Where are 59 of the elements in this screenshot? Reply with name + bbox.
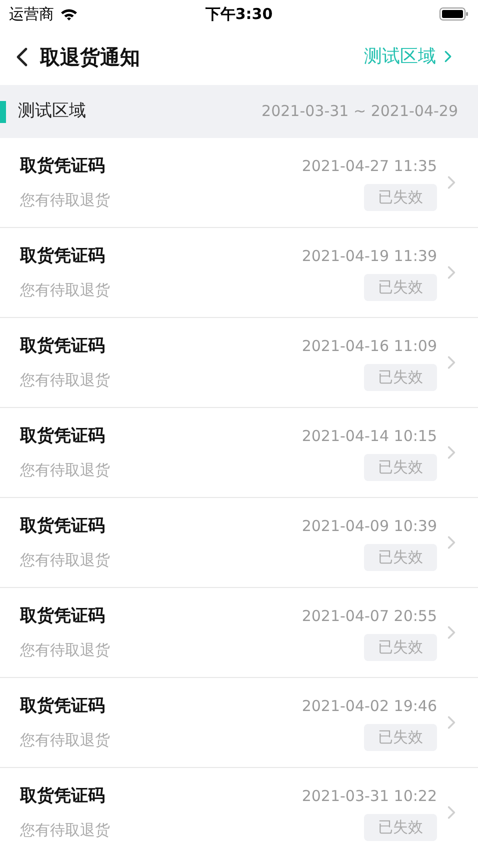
notice-title: 取货凭证码	[20, 154, 106, 178]
notice-row[interactable]: 取货凭证码 您有待取退货 2021-04-09 10:39 已失效	[0, 498, 478, 588]
chevron-icon	[447, 715, 456, 730]
battery-icon	[439, 7, 469, 21]
notice-subtitle: 您有待取退货	[20, 820, 111, 841]
notice-row[interactable]: 取货凭证码 您有待取退货 2021-04-27 11:35 已失效	[0, 138, 478, 228]
status-tag: 已失效	[364, 274, 437, 300]
notice-subtitle: 您有待取退货	[20, 370, 111, 391]
notice-time: 2021-03-31 10:22	[302, 786, 437, 806]
notice-row[interactable]: 取货凭证码 您有待取退货 2021-04-07 20:55 已失效	[0, 588, 478, 678]
notice-row[interactable]: 取货凭证码 您有待取退货 2021-04-02 19:46 已失效	[0, 678, 478, 768]
accent-bar	[0, 100, 6, 122]
status-tag: 已失效	[364, 724, 437, 750]
chevron-icon	[447, 445, 456, 460]
notice-row[interactable]: 取货凭证码 您有待取退货 2021-04-16 11:09 已失效	[0, 318, 478, 408]
notice-title: 取货凭证码	[20, 514, 106, 538]
notice-time: 2021-04-09 10:39	[302, 516, 437, 536]
back-button[interactable]: 取退货通知	[16, 42, 140, 72]
carrier-name: 运营商	[9, 4, 54, 25]
chevron-icon	[447, 805, 456, 820]
notice-subtitle: 您有待取退货	[20, 730, 111, 751]
notice-title: 取货凭证码	[20, 694, 106, 718]
chevron-icon	[444, 50, 452, 63]
back-icon	[16, 46, 28, 66]
notice-time: 2021-04-27 11:35	[302, 156, 437, 176]
wifi-icon	[60, 8, 78, 20]
status-tag: 已失效	[364, 544, 437, 570]
status-tag: 已失效	[364, 454, 437, 480]
notice-title: 取货凭证码	[20, 424, 106, 448]
notice-subtitle: 您有待取退货	[20, 460, 111, 481]
chevron-icon	[447, 355, 456, 370]
notice-subtitle: 您有待取退货	[20, 190, 111, 211]
chevron-icon	[447, 175, 456, 190]
notice-time: 2021-04-16 11:09	[302, 336, 437, 356]
notice-subtitle: 您有待取退货	[20, 640, 111, 661]
status-tag: 已失效	[364, 364, 437, 390]
chevron-icon	[447, 265, 456, 280]
notice-row[interactable]: 取货凭证码 您有待取退货 2021-03-31 10:22 已失效	[0, 768, 478, 850]
date-range: 2021-03-31 ~ 2021-04-29	[262, 101, 458, 122]
notice-time: 2021-04-07 20:55	[302, 606, 437, 626]
notice-title: 取货凭证码	[20, 604, 106, 628]
notice-subtitle: 您有待取退货	[20, 550, 111, 571]
notice-subtitle: 您有待取退货	[20, 280, 111, 301]
chevron-icon	[447, 535, 456, 550]
status-tag: 已失效	[364, 634, 437, 660]
chevron-icon	[447, 625, 456, 640]
clock-time: 下午3:30	[205, 4, 273, 25]
status-tag: 已失效	[364, 184, 437, 210]
notice-title: 取货凭证码	[20, 334, 106, 358]
notice-time: 2021-04-14 10:15	[302, 426, 437, 446]
notice-time: 2021-04-19 11:39	[302, 246, 437, 266]
notice-row[interactable]: 取货凭证码 您有待取退货 2021-04-14 10:15 已失效	[0, 408, 478, 498]
page-title: 取退货通知	[40, 44, 140, 70]
section-title: 测试区域	[18, 100, 86, 123]
status-tag: 已失效	[364, 814, 437, 840]
notice-time: 2021-04-02 19:46	[302, 696, 437, 716]
notice-title: 取货凭证码	[20, 244, 106, 268]
notice-row[interactable]: 取货凭证码 您有待取退货 2021-04-19 11:39 已失效	[0, 228, 478, 318]
notice-title: 取货凭证码	[20, 784, 106, 808]
